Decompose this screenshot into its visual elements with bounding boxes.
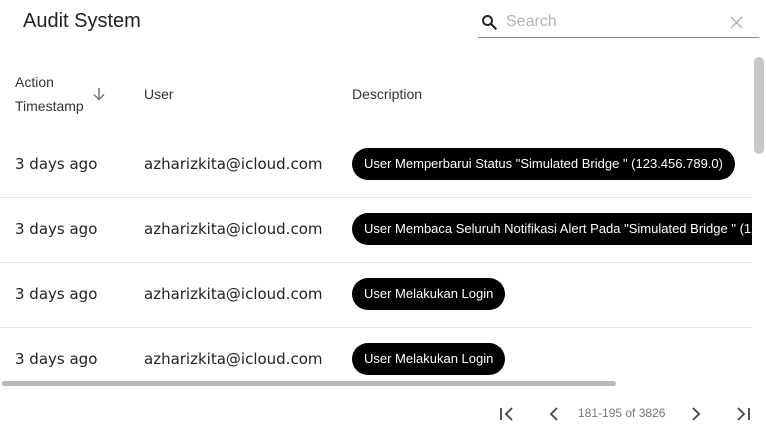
audit-page: Audit System Action Timestamp User Descr… — [0, 0, 766, 438]
table-row[interactable]: 3 days ago azharizkita@icloud.com User M… — [0, 262, 752, 328]
chevron-right-icon[interactable] — [684, 402, 708, 426]
audit-table: Action Timestamp User Description 3 days… — [0, 57, 752, 387]
last-page-icon[interactable] — [731, 402, 755, 426]
arrow-down-icon[interactable] — [92, 87, 106, 101]
column-header-timestamp-line2: Timestamp — [15, 98, 84, 114]
chevron-left-icon[interactable] — [542, 402, 566, 426]
table-row[interactable]: 3 days ago azharizkita@icloud.com User M… — [0, 132, 752, 198]
table-row[interactable]: 3 days ago azharizkita@icloud.com User M… — [0, 327, 752, 387]
description-chip: User Melakukan Login — [352, 343, 506, 375]
table-row[interactable]: 3 days ago azharizkita@icloud.com User M… — [0, 197, 752, 263]
cell-user: azharizkita@icloud.com — [144, 285, 323, 303]
column-header-user[interactable]: User — [144, 82, 174, 106]
cell-timestamp: 3 days ago — [15, 350, 98, 368]
cell-user: azharizkita@icloud.com — [144, 220, 323, 238]
description-chip: User Memperbarui Status "Simulated Bridg… — [352, 148, 735, 180]
page-title: Audit System — [23, 10, 141, 32]
horizontal-scrollbar[interactable] — [2, 381, 616, 386]
search-icon — [482, 15, 497, 30]
description-chip: User Melakukan Login — [352, 278, 506, 310]
vertical-scrollbar[interactable] — [754, 57, 764, 154]
column-header-timestamp[interactable]: Action Timestamp — [15, 70, 84, 118]
column-header-timestamp-line1: Action — [15, 74, 54, 90]
first-page-icon[interactable] — [495, 402, 519, 426]
cell-user: azharizkita@icloud.com — [144, 155, 323, 173]
search-input[interactable] — [506, 10, 716, 34]
column-header-description[interactable]: Description — [352, 82, 422, 106]
pagination-range: 181-195 of 3826 — [578, 406, 666, 420]
cell-timestamp: 3 days ago — [15, 155, 98, 173]
cell-timestamp: 3 days ago — [15, 285, 98, 303]
cell-timestamp: 3 days ago — [15, 220, 98, 238]
description-chip: User Membaca Seluruh Notifikasi Alert Pa… — [352, 213, 752, 245]
cell-user: azharizkita@icloud.com — [144, 350, 323, 368]
close-icon[interactable] — [730, 16, 743, 29]
search-field[interactable] — [478, 6, 759, 38]
